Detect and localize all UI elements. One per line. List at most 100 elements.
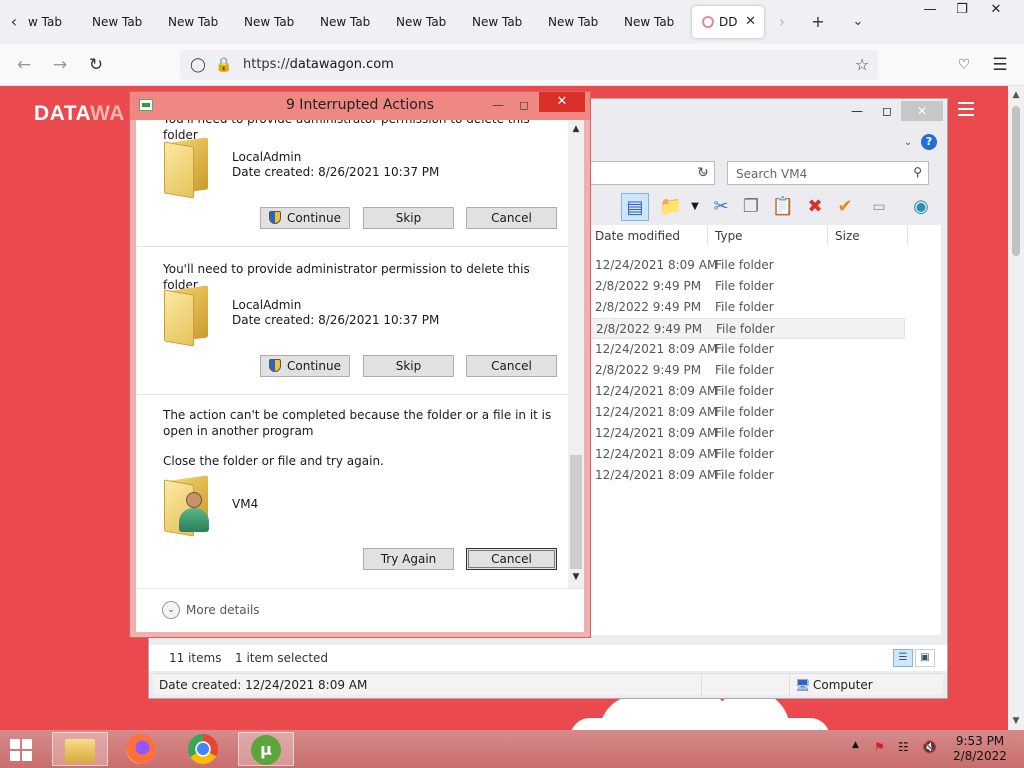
delete-icon[interactable]: ✖ — [801, 193, 829, 221]
tab-scroll-left-icon[interactable]: ‹ — [4, 12, 24, 32]
table-row[interactable]: 12/24/2021 8:09 AM File folder — [589, 423, 905, 444]
row-date: 12/24/2021 8:09 AM — [595, 384, 718, 398]
app-menu-icon[interactable]: ☰ — [988, 53, 1012, 77]
dialog-minimize-icon[interactable]: — — [486, 95, 510, 115]
window-restore-icon[interactable]: ❐ — [946, 0, 978, 22]
new-tab-plus-icon[interactable]: + — [806, 10, 830, 34]
table-row[interactable]: 12/24/2021 8:09 AM File folder — [589, 465, 905, 486]
table-row[interactable]: 12/24/2021 8:09 AM File folder — [589, 444, 905, 465]
checkmark-icon[interactable]: ✔ — [831, 193, 859, 221]
preview-pane-icon[interactable]: ▤ — [621, 193, 649, 221]
explorer-minimize-icon[interactable]: — — [843, 101, 871, 121]
large-icons-view-icon[interactable]: ▣ — [915, 649, 935, 667]
tab-scroll-right-icon[interactable]: › — [770, 10, 794, 34]
table-row[interactable]: 12/24/2021 8:09 AM File folder — [589, 339, 905, 360]
dialog-maximize-icon[interactable]: ◻ — [512, 95, 536, 115]
properties-dropdown-icon[interactable]: ▼ — [681, 193, 709, 221]
tab-new-tab-9[interactable]: New Tab — [624, 6, 700, 38]
tab-active-datawagon[interactable]: DD ✕ — [692, 6, 764, 38]
tab-new-tab-2[interactable]: New Tab — [92, 6, 168, 38]
site-menu-icon[interactable] — [958, 102, 974, 116]
column-separator[interactable] — [827, 225, 828, 245]
windows-start-icon[interactable] — [10, 739, 32, 761]
taskbar-clock[interactable]: 9:53 PM 2/8/2022 — [952, 734, 1008, 764]
tracking-shield-icon[interactable]: ◯ — [188, 55, 208, 75]
tray-expand-icon[interactable]: ▲ — [852, 740, 859, 750]
cancel-button[interactable]: Cancel — [466, 355, 557, 377]
explorer-close-icon[interactable]: ✕ — [901, 101, 943, 121]
column-separator[interactable] — [707, 225, 708, 245]
taskbar-firefox[interactable] — [114, 732, 170, 766]
tab-new-tab-4[interactable]: New Tab — [244, 6, 320, 38]
try-again-button[interactable]: Try Again — [363, 548, 454, 570]
window-minimize-icon[interactable]: — — [914, 0, 946, 22]
dialog-scrollbar-thumb[interactable] — [570, 455, 582, 569]
cancel-button[interactable]: Cancel — [466, 207, 557, 229]
url-bar[interactable]: ◯ 🔒 https://datawagon.com ☆ — [180, 50, 878, 80]
dialog-scroll-up-icon[interactable]: ▲ — [568, 124, 584, 134]
cut-icon[interactable]: ✂ — [707, 193, 735, 221]
skip-button[interactable]: Skip — [363, 355, 454, 377]
column-date-modified[interactable]: Date modified — [595, 229, 680, 243]
scroll-down-icon[interactable]: ▼ — [1008, 716, 1024, 726]
dialog-title-bar[interactable]: 9 Interrupted Actions — ◻ ✕ — [130, 92, 590, 120]
rename-icon[interactable]: ▭ — [865, 193, 893, 221]
pocket-icon[interactable]: ♡ — [952, 53, 976, 77]
expand-chevron-icon[interactable]: ⌄ — [162, 601, 180, 619]
more-details-link[interactable]: More details — [186, 603, 260, 617]
browser-nav-bar: ← → ↻ ◯ 🔒 https://datawagon.com ☆ ♡ ☰ — [0, 44, 1024, 86]
dialog-scroll-down-icon[interactable]: ▼ — [568, 572, 584, 582]
tab-label: New Tab — [472, 15, 523, 29]
table-row-selected[interactable]: 2/8/2022 9:49 PM File folder — [589, 318, 905, 339]
table-row[interactable]: 12/24/2021 8:09 AM File folder — [589, 402, 905, 423]
network-tray-icon[interactable]: ☷ — [898, 740, 909, 754]
table-row[interactable]: 12/24/2021 8:09 AM File folder — [589, 381, 905, 402]
site-logo[interactable]: DATAWA — [34, 102, 125, 126]
tab-new-tab-8[interactable]: New Tab — [548, 6, 624, 38]
close-tab-icon[interactable]: ✕ — [745, 6, 756, 38]
reload-icon[interactable]: ↻ — [84, 53, 108, 77]
copy-icon[interactable]: ❐ — [737, 193, 765, 221]
taskbar-chrome[interactable] — [176, 732, 232, 766]
help-icon[interactable]: ? — [921, 134, 937, 150]
scroll-up-icon[interactable]: ▲ — [1008, 90, 1024, 100]
table-row[interactable]: 2/8/2022 9:49 PM File folder — [589, 297, 905, 318]
table-row[interactable]: 2/8/2022 9:49 PM File folder — [589, 276, 905, 297]
continue-button[interactable]: Continue — [260, 355, 350, 377]
scrollbar-thumb[interactable] — [1012, 106, 1020, 256]
tab-new-tab-1[interactable]: w Tab — [28, 6, 68, 38]
refresh-icon[interactable]: ↻ — [693, 163, 713, 183]
table-row[interactable]: 12/24/2021 8:09 AM File folder — [589, 255, 905, 276]
dialog-scrollbar[interactable]: ▲ ▼ — [568, 120, 584, 588]
paste-icon[interactable]: 📋 — [769, 193, 797, 221]
window-close-icon[interactable]: ✕ — [980, 0, 1012, 22]
dialog-close-icon[interactable]: ✕ — [539, 92, 585, 112]
bookmark-star-icon[interactable]: ☆ — [852, 55, 872, 75]
tab-new-tab-7[interactable]: New Tab — [472, 6, 548, 38]
tab-new-tab-5[interactable]: New Tab — [320, 6, 396, 38]
table-row[interactable]: 2/8/2022 9:49 PM File folder — [589, 360, 905, 381]
column-separator[interactable] — [907, 225, 908, 245]
column-type[interactable]: Type — [715, 229, 743, 243]
url-text[interactable]: https://datawagon.com — [243, 57, 394, 72]
details-view-icon[interactable]: ☰ — [893, 649, 913, 667]
volume-muted-icon[interactable]: 🔇 — [922, 740, 937, 754]
lock-icon[interactable]: 🔒 — [214, 55, 234, 75]
explorer-maximize-icon[interactable]: ◻ — [873, 101, 901, 121]
page-scrollbar[interactable]: ▲ ▼ — [1008, 86, 1024, 730]
action-center-flag-icon[interactable]: ⚑ — [874, 740, 885, 754]
tab-new-tab-6[interactable]: New Tab — [396, 6, 472, 38]
tab-new-tab-3[interactable]: New Tab — [168, 6, 244, 38]
taskbar-file-explorer[interactable] — [52, 732, 108, 766]
back-arrow-icon[interactable]: ← — [12, 53, 36, 77]
skip-button[interactable]: Skip — [363, 207, 454, 229]
column-size[interactable]: Size — [835, 229, 860, 243]
cancel-error-button[interactable]: Cancel — [466, 548, 557, 570]
taskbar-utorrent[interactable]: µ — [238, 732, 294, 766]
network-icon[interactable]: ◉ — [907, 193, 935, 221]
forward-arrow-icon[interactable]: → — [48, 53, 72, 77]
list-tabs-chevron-icon[interactable]: ⌄ — [846, 10, 870, 34]
search-box[interactable]: Search VM4 ⚲ — [727, 161, 929, 185]
ribbon-expand-chevron-icon[interactable]: ⌄ — [901, 133, 915, 153]
continue-button[interactable]: Continue — [260, 207, 350, 229]
